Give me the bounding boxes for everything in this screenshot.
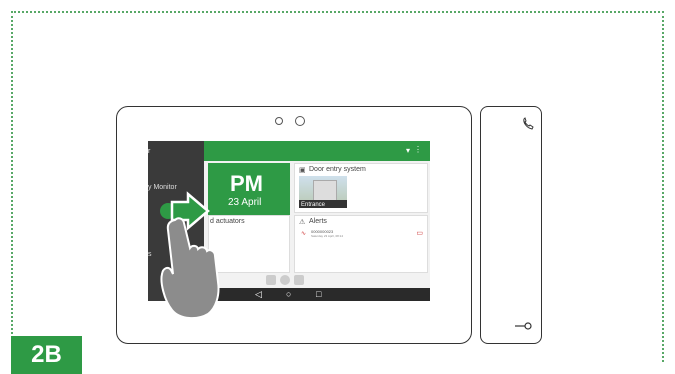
camera-lens-icon: [275, 117, 283, 125]
wifi-icon: ▾: [405, 146, 410, 155]
alert-badge-icon: ▭: [416, 230, 423, 237]
door-entry-title: Door entry system: [309, 166, 366, 173]
door-entry-icon: ▣: [299, 167, 306, 174]
more-icon[interactable]: ⋮: [414, 145, 422, 154]
sensor-icon: [295, 116, 305, 126]
alerts-title: Alerts: [309, 218, 327, 225]
swipe-gesture-illustration: [160, 191, 220, 320]
alert-item-icon: ∿: [301, 231, 307, 237]
step-badge: 2B: [11, 336, 82, 374]
hand-icon: [160, 217, 220, 320]
drawer-header-icon: r: [148, 148, 151, 155]
alert-icon: ⚠: [299, 219, 306, 226]
page-dot[interactable]: [266, 275, 276, 285]
key-icon: [515, 322, 532, 330]
alerts-card[interactable]: ⚠ Alerts ∿ 0000000023 Saturday 23 April,…: [294, 215, 428, 273]
home-icon[interactable]: ○: [286, 289, 291, 299]
handset-icon: [523, 117, 534, 130]
camera-thumbnail[interactable]: Entrance: [299, 176, 347, 208]
page-dot[interactable]: [294, 275, 304, 285]
recents-icon[interactable]: □: [316, 289, 321, 299]
door-entry-card[interactable]: ▣ Door entry system Entrance: [294, 163, 428, 213]
camera-label: Entrance: [301, 202, 326, 208]
handset-device[interactable]: [480, 106, 542, 344]
page-dot[interactable]: [280, 275, 290, 285]
alert-item-time: Saturday 23 April, 08:14: [311, 234, 344, 238]
back-icon[interactable]: ◁: [255, 289, 262, 300]
